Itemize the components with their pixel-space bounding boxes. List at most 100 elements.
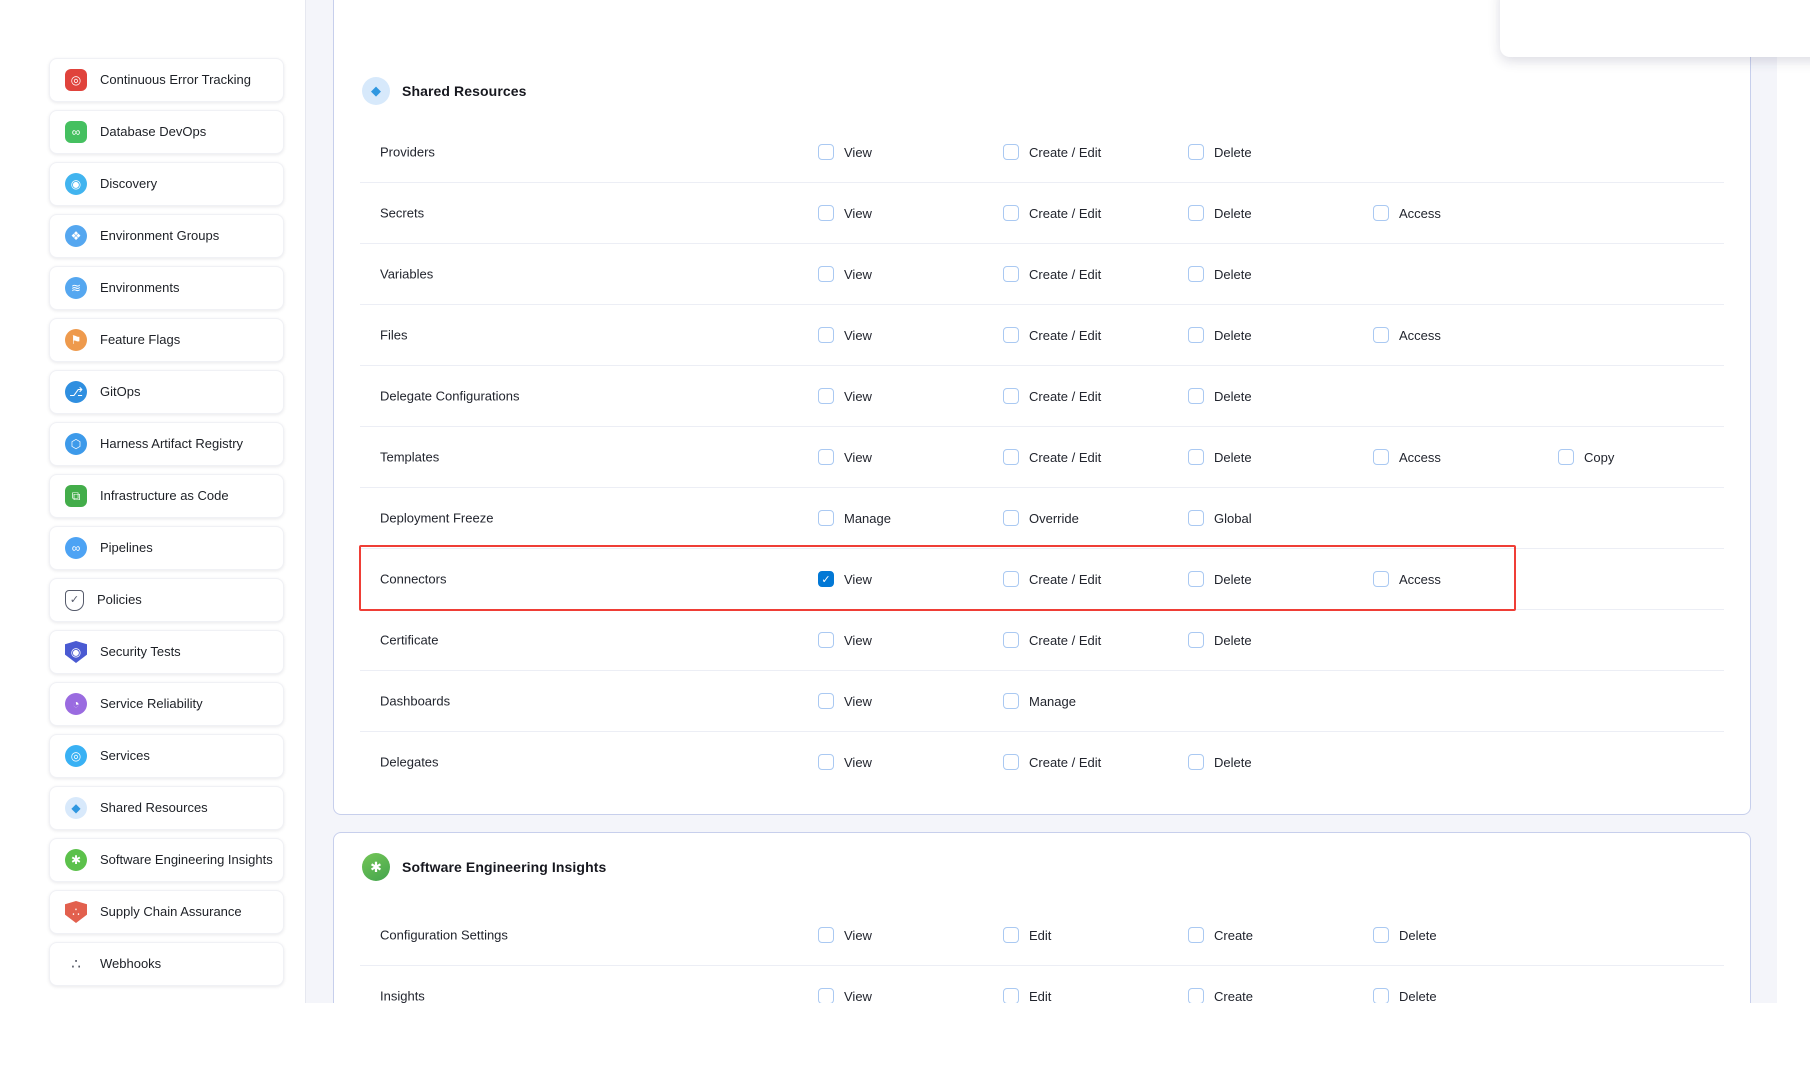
templates-create-edit-checkbox[interactable]	[1003, 449, 1019, 465]
dashboards-view-checkbox[interactable]	[818, 693, 834, 709]
sidebar-item-label: Policies	[97, 592, 142, 608]
continuous-error-tracking-icon: ◎	[65, 69, 87, 91]
sidebar-item-services[interactable]: ◎Services	[49, 734, 284, 778]
deployment-freeze-override-checkbox[interactable]	[1003, 510, 1019, 526]
checkbox-label: Create / Edit	[1029, 572, 1101, 587]
checkbox-label: Create / Edit	[1029, 145, 1101, 160]
secrets-delete-checkbox[interactable]	[1188, 205, 1204, 221]
connectors-delete-checkbox[interactable]	[1188, 571, 1204, 587]
permission-cell: View	[818, 693, 872, 709]
configuration-settings-create-checkbox[interactable]	[1188, 927, 1204, 943]
resource-label: Configuration Settings	[380, 928, 508, 943]
connectors-view-checkbox[interactable]: ✓	[818, 571, 834, 587]
sidebar-item-pipelines[interactable]: ∞Pipelines	[49, 526, 284, 570]
checkbox-label: Delete	[1214, 633, 1252, 648]
deployment-freeze-manage-checkbox[interactable]	[818, 510, 834, 526]
templates-delete-checkbox[interactable]	[1188, 449, 1204, 465]
connectors-create-edit-checkbox[interactable]	[1003, 571, 1019, 587]
permission-cell: Global	[1188, 510, 1252, 526]
permission-cell: View	[818, 927, 872, 943]
configuration-settings-edit-checkbox[interactable]	[1003, 927, 1019, 943]
sidebar-item-discovery[interactable]: ◉Discovery	[49, 162, 284, 206]
configuration-settings-delete-checkbox[interactable]	[1373, 927, 1389, 943]
checkbox-label: Create / Edit	[1029, 206, 1101, 221]
checkbox-label: Create / Edit	[1029, 328, 1101, 343]
sidebar-item-software-engineering-insights[interactable]: ✱Software Engineering Insights	[49, 838, 284, 882]
shared-resources-panel: ◆Shared ResourcesProvidersViewCreate / E…	[333, 0, 1751, 815]
permission-cell: Delete	[1188, 205, 1252, 221]
sidebar-item-security-tests[interactable]: ◉Security Tests	[49, 630, 284, 674]
permission-cell: Create / Edit	[1003, 449, 1101, 465]
delegates-view-checkbox[interactable]	[818, 754, 834, 770]
secrets-view-checkbox[interactable]	[818, 205, 834, 221]
permission-cell: Copy	[1558, 449, 1614, 465]
resource-label: Templates	[380, 450, 439, 465]
checkbox-label: Create / Edit	[1029, 389, 1101, 404]
sidebar-item-continuous-error-tracking[interactable]: ◎Continuous Error Tracking	[49, 58, 284, 102]
sidebar-item-policies[interactable]: ✓Policies	[49, 578, 284, 622]
checkbox-label: View	[844, 572, 872, 587]
templates-access-checkbox[interactable]	[1373, 449, 1389, 465]
resource-label: Providers	[380, 145, 435, 160]
sidebar-item-infrastructure-as-code[interactable]: ⧉Infrastructure as Code	[49, 474, 284, 518]
secrets-create-edit-checkbox[interactable]	[1003, 205, 1019, 221]
files-access-checkbox[interactable]	[1373, 327, 1389, 343]
shared-resources-icon: ◆	[65, 797, 87, 819]
sidebar-item-label: Security Tests	[100, 644, 181, 660]
certificate-view-checkbox[interactable]	[818, 632, 834, 648]
variables-delete-checkbox[interactable]	[1188, 266, 1204, 282]
providers-view-checkbox[interactable]	[818, 144, 834, 160]
permission-cell: Create	[1188, 988, 1253, 1004]
delegates-create-edit-checkbox[interactable]	[1003, 754, 1019, 770]
connectors-access-checkbox[interactable]	[1373, 571, 1389, 587]
permission-cell: Access	[1373, 205, 1441, 221]
variables-view-checkbox[interactable]	[818, 266, 834, 282]
certificate-create-edit-checkbox[interactable]	[1003, 632, 1019, 648]
permission-cell: Edit	[1003, 988, 1051, 1004]
sidebar-item-service-reliability[interactable]: ◔Service Reliability	[49, 682, 284, 726]
permission-cell: Access	[1373, 571, 1441, 587]
insights-edit-checkbox[interactable]	[1003, 988, 1019, 1004]
certificate-delete-checkbox[interactable]	[1188, 632, 1204, 648]
configuration-settings-view-checkbox[interactable]	[818, 927, 834, 943]
variables-create-edit-checkbox[interactable]	[1003, 266, 1019, 282]
permission-cell: Delete	[1373, 988, 1437, 1004]
checkbox-label: Create / Edit	[1029, 267, 1101, 282]
bottom-white-band	[0, 1003, 1810, 1074]
checkbox-label: Delete	[1399, 989, 1437, 1004]
sidebar-item-supply-chain-assurance[interactable]: ∴Supply Chain Assurance	[49, 890, 284, 934]
delegates-delete-checkbox[interactable]	[1188, 754, 1204, 770]
permission-row-dashboards: DashboardsViewManage	[334, 671, 1750, 731]
secrets-access-checkbox[interactable]	[1373, 205, 1389, 221]
sidebar-item-shared-resources[interactable]: ◆Shared Resources	[49, 786, 284, 830]
checkbox-label: Create / Edit	[1029, 450, 1101, 465]
panel-header: ✱Software Engineering Insights	[362, 853, 1750, 881]
permission-row-variables: VariablesViewCreate / EditDelete	[334, 244, 1750, 304]
permission-cell: Create / Edit	[1003, 388, 1101, 404]
permission-row-delegate-configurations: Delegate ConfigurationsViewCreate / Edit…	[334, 366, 1750, 426]
sidebar-item-feature-flags[interactable]: ⚑Feature Flags	[49, 318, 284, 362]
deployment-freeze-global-checkbox[interactable]	[1188, 510, 1204, 526]
delegate-configurations-create-edit-checkbox[interactable]	[1003, 388, 1019, 404]
files-view-checkbox[interactable]	[818, 327, 834, 343]
resource-label: Deployment Freeze	[380, 511, 493, 526]
insights-create-checkbox[interactable]	[1188, 988, 1204, 1004]
sidebar-item-environments[interactable]: ≋Environments	[49, 266, 284, 310]
templates-view-checkbox[interactable]	[818, 449, 834, 465]
templates-copy-checkbox[interactable]	[1558, 449, 1574, 465]
providers-delete-checkbox[interactable]	[1188, 144, 1204, 160]
sidebar-item-environment-groups[interactable]: ❖Environment Groups	[49, 214, 284, 258]
delegate-configurations-delete-checkbox[interactable]	[1188, 388, 1204, 404]
sidebar-item-database-devops[interactable]: ∞Database DevOps	[49, 110, 284, 154]
delegate-configurations-view-checkbox[interactable]	[818, 388, 834, 404]
files-create-edit-checkbox[interactable]	[1003, 327, 1019, 343]
checkbox-label: Delete	[1214, 755, 1252, 770]
sidebar-item-harness-artifact-registry[interactable]: ⬡Harness Artifact Registry	[49, 422, 284, 466]
insights-view-checkbox[interactable]	[818, 988, 834, 1004]
files-delete-checkbox[interactable]	[1188, 327, 1204, 343]
sidebar-item-gitops[interactable]: ⎇GitOps	[49, 370, 284, 414]
providers-create-edit-checkbox[interactable]	[1003, 144, 1019, 160]
sidebar-item-webhooks[interactable]: ∴Webhooks	[49, 942, 284, 986]
dashboards-manage-checkbox[interactable]	[1003, 693, 1019, 709]
insights-delete-checkbox[interactable]	[1373, 988, 1389, 1004]
